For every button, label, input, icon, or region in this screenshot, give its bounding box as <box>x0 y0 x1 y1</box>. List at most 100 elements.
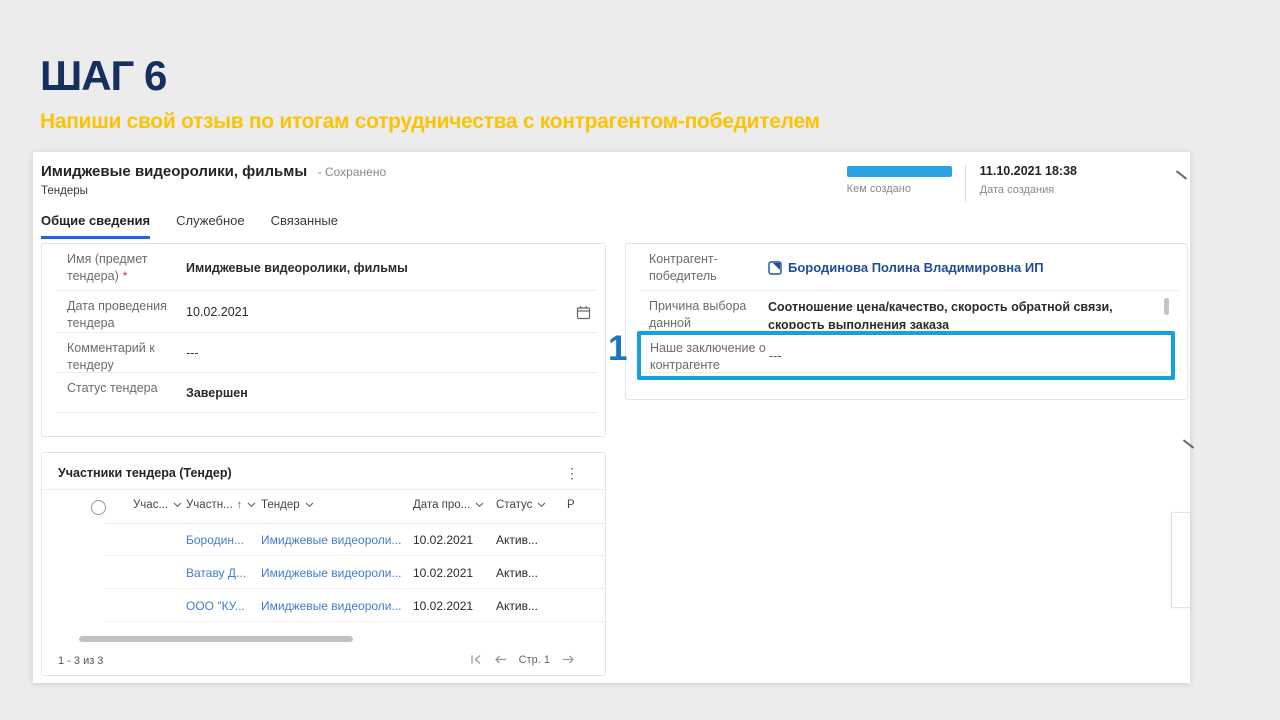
column-header-participant-short[interactable]: Учас... <box>133 499 182 511</box>
field-row-tender-date: Дата проведения тендера 10.02.2021 <box>42 291 605 333</box>
column-header-status[interactable]: Статус <box>496 499 546 511</box>
table-row: Ватаву Д... Имиджевые видеороли... 10.02… <box>42 556 605 589</box>
winner-lookup-link[interactable]: Бородинова Полина Владимировна ИП <box>768 260 1044 275</box>
field-row-comment: Комментарий к тендеру --- <box>42 333 605 373</box>
side-flyout-edge <box>1171 512 1190 608</box>
tab-general[interactable]: Общие сведения <box>41 209 151 239</box>
participant-link[interactable]: Бородин... <box>186 533 244 547</box>
participants-card: Участники тендера (Тендер) ⋮ Учас... Уча… <box>41 452 606 676</box>
status-cell: Актив... <box>496 532 538 547</box>
chevron-down-icon <box>475 502 484 508</box>
contact-icon <box>768 260 782 275</box>
required-asterisk: * <box>122 269 128 283</box>
table-row: Бородин... Имиджевые видеороли... 10.02.… <box>42 523 605 556</box>
chevron-down-icon <box>537 502 546 508</box>
column-label: Р <box>567 499 575 511</box>
column-header-participant[interactable]: Участн... ↑ <box>186 499 256 511</box>
tab-general-label: Общие сведения <box>41 213 151 228</box>
general-fields-card: Имя (предмет тендера) * Имиджевые видеоро… <box>41 243 606 437</box>
status-cell: Актив... <box>496 565 538 580</box>
tab-bar: Общие сведения Служебное Связанные <box>41 209 364 239</box>
meta-divider <box>964 164 966 202</box>
field-label-winner: Контрагент-победитель <box>649 252 718 283</box>
grid-footer: 1 - 3 из 3 Стр. 1 <box>42 649 605 675</box>
column-label: Учас... <box>133 499 169 511</box>
crm-window: Имиджевые видеоролики, фильмы - Сохранен… <box>33 152 1195 683</box>
field-value-tender-date[interactable]: 10.02.2021 <box>186 291 249 333</box>
select-all-checkbox[interactable] <box>91 500 106 515</box>
record-count: 1 - 3 из 3 <box>58 655 104 667</box>
column-header-clipped[interactable]: Р <box>567 499 575 511</box>
field-value-comment[interactable]: --- <box>186 333 199 373</box>
column-label: Тендер <box>261 499 300 511</box>
field-value-reason[interactable]: Соотношение цена/качество, скорость обра… <box>768 291 1160 332</box>
chevron-down-icon <box>305 502 314 508</box>
column-label: Участн... <box>186 499 233 511</box>
status-cell: Актив... <box>496 598 538 613</box>
record-title: Имиджевые видеоролики, фильмы <box>41 163 308 180</box>
tab-related[interactable]: Связанные <box>271 209 338 239</box>
field-scrollbar-thumb[interactable] <box>1164 298 1169 315</box>
created-on-label: Дата создания <box>979 184 1055 196</box>
calendar-icon[interactable] <box>576 305 591 325</box>
created-on-value: 11.10.2021 18:38 <box>979 164 1077 178</box>
more-options-icon[interactable]: ⋮ <box>561 463 583 484</box>
participant-link[interactable]: ООО "КУ... <box>186 599 245 613</box>
record-header: Имиджевые видеоролики, фильмы - Сохранен… <box>41 163 386 181</box>
save-status: - Сохранено <box>317 165 387 179</box>
winner-fields-card: Контрагент-победитель Бородинова Полина … <box>625 243 1188 400</box>
field-row-name: Имя (предмет тендера) * Имиджевые видеоро… <box>42 244 605 291</box>
subgrid-title: Участники тендера (Тендер) <box>58 466 232 480</box>
created-by-redacted-value <box>846 166 952 177</box>
column-header-tender[interactable]: Тендер <box>261 499 314 511</box>
field-label-comment: Комментарий к тендеру <box>67 341 155 372</box>
field-value-status[interactable]: Завершен <box>186 373 248 413</box>
column-header-date[interactable]: Дата про... <box>413 499 484 511</box>
field-divider <box>643 372 1169 373</box>
highlighted-conclusion-field: Наше заключение о контрагенте --- <box>637 331 1175 380</box>
created-by-label: Кем создано <box>846 183 911 195</box>
chevron-down-icon <box>247 502 256 508</box>
page-number-label: Стр. 1 <box>518 653 550 666</box>
previous-page-icon[interactable] <box>488 652 513 667</box>
field-divider <box>56 412 597 413</box>
step-title: ШАГ 6 <box>40 52 167 99</box>
field-value-winner: Бородинова Полина Владимировна ИП <box>768 244 1044 291</box>
field-label-status: Статус тендера <box>67 381 158 395</box>
tab-service[interactable]: Служебное <box>176 209 245 239</box>
field-row-winner: Контрагент-победитель Бородинова Полина … <box>626 244 1187 291</box>
callout-step-number: 1 <box>608 329 628 368</box>
grid-header-row: Учас... Участн... ↑ Тендер Дата про... С… <box>42 490 605 523</box>
sort-ascending-icon: ↑ <box>236 499 243 511</box>
column-label: Дата про... <box>413 499 471 511</box>
pen-annotation-mark <box>1175 170 1188 180</box>
participant-link[interactable]: Ватаву Д... <box>186 566 246 580</box>
entity-breadcrumb: Тендеры <box>41 185 88 197</box>
date-cell: 10.02.2021 <box>413 598 474 613</box>
field-label-tender-date: Дата проведения тендера <box>67 299 167 330</box>
pen-annotation-mark <box>1182 439 1195 449</box>
record-meta: Кем создано 11.10.2021 18:38 Дата создан… <box>846 164 1077 202</box>
tender-link[interactable]: Имиджевые видеороли... <box>261 566 402 580</box>
next-page-icon[interactable] <box>556 652 581 667</box>
field-label-name: Имя (предмет тендера) * <box>67 252 148 283</box>
tab-service-label: Служебное <box>176 213 245 228</box>
pagination: Стр. 1 <box>464 652 581 667</box>
field-row-status: Статус тендера Завершен <box>42 373 605 413</box>
tender-link[interactable]: Имиджевые видеороли... <box>261 533 402 547</box>
table-row: ООО "КУ... Имиджевые видеороли... 10.02.… <box>42 589 605 622</box>
first-page-icon[interactable] <box>464 652 488 667</box>
tab-related-label: Связанные <box>270 213 338 228</box>
horizontal-scrollbar-thumb[interactable] <box>79 636 353 642</box>
field-value-conclusion[interactable]: --- <box>769 335 782 376</box>
chevron-down-icon <box>173 502 182 508</box>
winner-lookup-label: Бородинова Полина Владимировна ИП <box>788 260 1044 275</box>
tender-link[interactable]: Имиджевые видеороли... <box>261 599 402 613</box>
date-cell: 10.02.2021 <box>413 532 474 547</box>
field-label-conclusion: Наше заключение о контрагенте <box>650 341 766 372</box>
field-value-name[interactable]: Имиджевые видеоролики, фильмы <box>186 244 408 291</box>
row-divider <box>105 621 605 622</box>
column-label: Статус <box>496 499 533 511</box>
step-subtitle: Напиши свой отзыв по итогам сотрудничест… <box>40 110 820 133</box>
date-cell: 10.02.2021 <box>413 565 474 580</box>
